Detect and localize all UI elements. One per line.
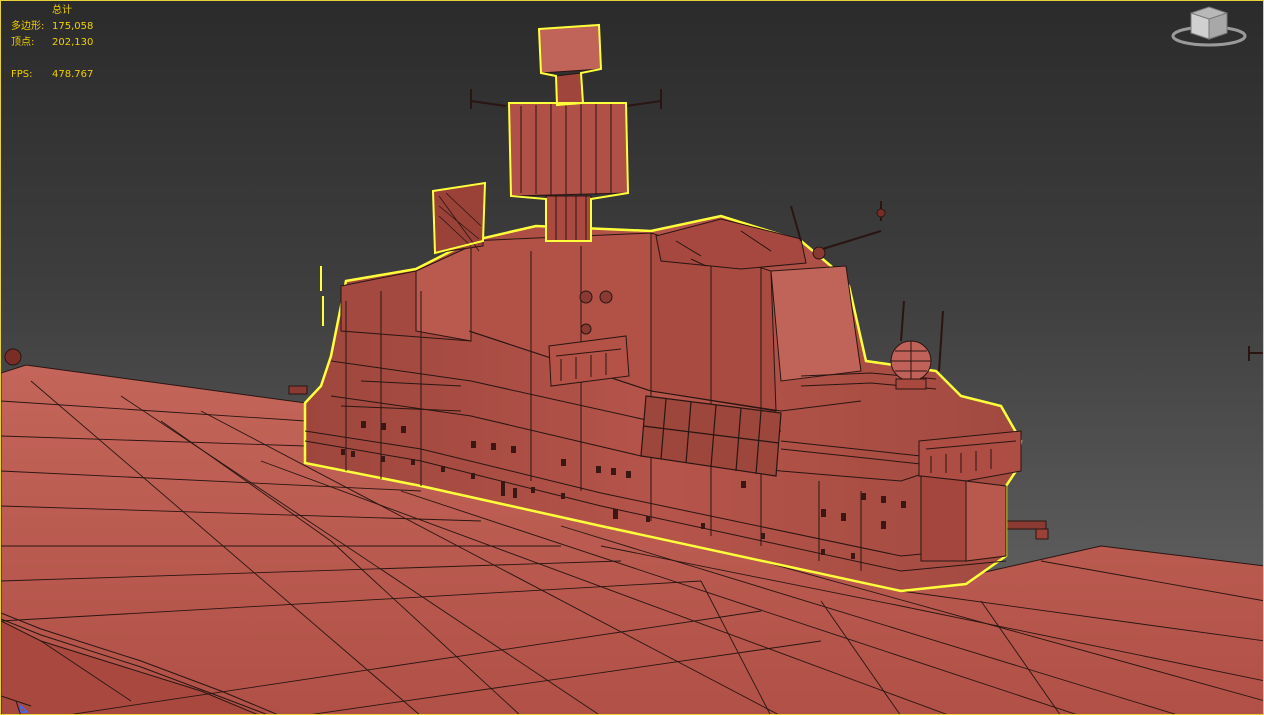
axis-tripod-icon xyxy=(20,704,29,713)
viewport-statistics: 总计 多边形: 175,058 顶点: 202,130 FPS: 478.767 xyxy=(11,3,93,83)
stats-header: 总计 xyxy=(52,5,72,16)
vertices-value: 202,130 xyxy=(52,37,94,48)
bridge-wing xyxy=(918,430,1022,562)
polygons-label: 多边形: xyxy=(11,21,45,32)
fps-value: 478.767 xyxy=(52,69,94,80)
scene-render[interactable] xyxy=(1,1,1264,715)
polygons-value: 175,058 xyxy=(52,21,94,32)
perspective-viewport[interactable]: 总计 多边形: 175,058 顶点: 202,130 FPS: 478.767 xyxy=(0,0,1264,715)
mast xyxy=(470,24,662,242)
vertices-label: 顶点: xyxy=(11,37,35,48)
fps-label: FPS: xyxy=(11,69,33,80)
viewcube-icon[interactable] xyxy=(1169,3,1249,49)
